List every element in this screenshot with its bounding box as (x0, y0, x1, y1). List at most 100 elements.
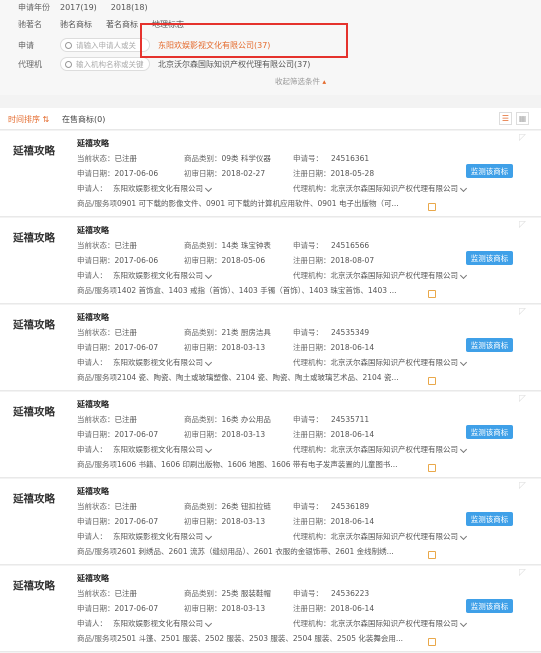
applicant: 申请人： 东阳欢娱影视文化有限公司 (77, 270, 213, 281)
first-trial-date: 初审日期：2018-02-27 (184, 169, 266, 178)
chevron-down-icon[interactable] (459, 184, 468, 193)
grid-view-icon[interactable]: ▦ (516, 112, 529, 125)
trademark-name[interactable]: 延禧攻略 (77, 225, 109, 236)
category: 商品类别：16类 办公用品 (184, 415, 271, 424)
agent: 代理机构：北京沃尔森国际知识产权代理有限公司 (293, 531, 468, 542)
category: 商品类别：25类 服装鞋帽 (184, 589, 271, 598)
corner-icon: ◸ (519, 394, 526, 404)
trademark-card[interactable]: 延禧攻略 延禧攻略 当前状态：已注册 商品类别：25类 服装鞋帽 申请号： 2453622… (0, 566, 541, 652)
brand-image-text: 延禧攻略 (13, 580, 55, 592)
chevron-down-icon[interactable] (459, 358, 468, 367)
applicant-search-input[interactable]: 请输入申请人或关 (60, 38, 150, 52)
chevron-down-icon[interactable] (204, 184, 213, 193)
filter-label-applicant: 申请 (18, 40, 34, 50)
reg-date: 注册日期：2018-05-28 (293, 169, 375, 178)
chevron-down-icon[interactable] (459, 445, 468, 454)
trademark-name[interactable]: 延禧攻略 (77, 312, 109, 323)
trademark-name[interactable]: 延禧攻略 (77, 399, 109, 410)
filter-option-2017[interactable]: 2017(19) (60, 3, 97, 12)
corner-icon: ◸ (519, 481, 526, 491)
status: 当前状态：已注册 (77, 154, 137, 163)
note-icon[interactable] (428, 290, 436, 298)
reg-no: 申请号： 24536189 (293, 502, 370, 511)
status: 当前状态：已注册 (77, 589, 137, 598)
chevron-down-icon[interactable] (204, 619, 213, 628)
chevron-down-icon[interactable] (204, 358, 213, 367)
trademark-name[interactable]: 延禧攻略 (77, 573, 109, 584)
tab-time-sort[interactable]: 时间排序 ⇅ (8, 114, 49, 125)
apply-date: 申请日期：2017-06-07 (77, 517, 159, 526)
reg-date: 注册日期：2018-08-07 (293, 256, 375, 265)
trademark-card[interactable]: 延禧攻略 延禧攻略 当前状态：已注册 商品类别：09类 科学仪器 申请号： 2451636… (0, 131, 541, 217)
note-icon[interactable] (428, 551, 436, 559)
trademark-card[interactable]: 延禧攻略 延禧攻略 当前状态：已注册 商品类别：16类 办公用品 申请号： 2453571… (0, 392, 541, 478)
applicant: 申请人： 东阳欢娱影视文化有限公司 (77, 357, 213, 368)
monitor-button[interactable]: 监测该商标 (466, 338, 513, 352)
up-triangle-icon: ▴ (322, 77, 327, 86)
tab-on-sale[interactable]: 在售商标(0) (62, 114, 105, 125)
note-icon[interactable] (428, 638, 436, 646)
applicant: 申请人： 东阳欢娱影视文化有限公司 (77, 444, 213, 455)
reg-no: 申请号： 24516361 (293, 154, 370, 163)
apply-date: 申请日期：2017-06-07 (77, 343, 159, 352)
first-trial-date: 初审日期：2018-05-06 (184, 256, 266, 265)
trademark-list: 延禧攻略 延禧攻略 当前状态：已注册 商品类别：09类 科学仪器 申请号： 2451636… (0, 131, 541, 653)
agent: 代理机构：北京沃尔森国际知识产权代理有限公司 (293, 270, 468, 281)
apply-date: 申请日期：2017-06-07 (77, 604, 159, 613)
monitor-button[interactable]: 监测该商标 (466, 599, 513, 613)
trademark-card[interactable]: 延禧攻略 延禧攻略 当前状态：已注册 商品类别：14类 珠宝钟表 申请号： 2451656… (0, 218, 541, 304)
search-icon (65, 60, 72, 68)
filter-label-year: 申请年份 (18, 3, 50, 12)
note-icon[interactable] (428, 377, 436, 385)
note-icon[interactable] (428, 464, 436, 472)
monitor-button[interactable]: 监测该商标 (466, 425, 513, 439)
agent: 代理机构：北京沃尔森国际知识产权代理有限公司 (293, 183, 468, 194)
filter-row-agent: 代理机 输入机构名称或关键 北京沃尔森国际知识产权代理有限公司(37) (18, 57, 310, 71)
category: 商品类别：09类 科学仪器 (184, 154, 271, 163)
sort-icon: ⇅ (42, 115, 50, 124)
status: 当前状态：已注册 (77, 328, 137, 337)
brand-image-text: 延禧攻略 (13, 493, 55, 505)
chevron-down-icon[interactable] (204, 271, 213, 280)
apply-date: 申请日期：2017-06-06 (77, 256, 159, 265)
goods-services: 商品/服务项2104 瓷、陶瓷、陶土或玻璃塑像、2104 瓷、陶瓷、陶土或玻璃艺… (77, 373, 399, 382)
category: 商品类别：21类 厨房洁具 (184, 328, 271, 337)
collapse-filters-link[interactable]: 收起筛选条件 ▴ (275, 76, 326, 87)
trademark-card[interactable]: 延禧攻略 延禧攻略 当前状态：已注册 商品类别：21类 厨房洁具 申请号： 2453534… (0, 305, 541, 391)
agent-search-input[interactable]: 输入机构名称或关键 (60, 57, 150, 71)
reg-no: 申请号： 24516566 (293, 241, 370, 250)
category: 商品类别：26类 钮扣拉链 (184, 502, 271, 511)
chevron-down-icon[interactable] (459, 271, 468, 280)
first-trial-date: 初审日期：2018-03-13 (184, 517, 266, 526)
monitor-button[interactable]: 监测该商标 (466, 512, 513, 526)
agent: 代理机构：北京沃尔森国际知识产权代理有限公司 (293, 444, 468, 455)
category: 商品类别：14类 珠宝钟表 (184, 241, 271, 250)
reg-no: 申请号： 24535349 (293, 328, 370, 337)
reg-date: 注册日期：2018-06-14 (293, 517, 375, 526)
chevron-down-icon[interactable] (459, 619, 468, 628)
filter-option-agent[interactable]: 北京沃尔森国际知识产权代理有限公司(37) (158, 59, 310, 70)
trademark-name[interactable]: 延禧攻略 (77, 138, 109, 149)
chevron-down-icon[interactable] (204, 445, 213, 454)
note-icon[interactable] (428, 203, 436, 211)
filter-option-well-known[interactable]: 驰名商标 (60, 19, 92, 30)
trademark-name[interactable]: 延禧攻略 (77, 486, 109, 497)
filter-option-famous[interactable]: 著名商标 (106, 19, 138, 30)
goods-services: 商品/服务项2501 斗篷、2501 服装、2502 服装、2503 服装、25… (77, 634, 404, 643)
goods-services: 商品/服务项1606 书籍、1606 印刷出版物、1606 地图、1606 带有… (77, 460, 398, 469)
monitor-button[interactable]: 监测该商标 (466, 251, 513, 265)
apply-date: 申请日期：2017-06-07 (77, 430, 159, 439)
filter-label-agent: 代理机 (18, 59, 42, 69)
list-view-icon[interactable]: ☰ (499, 112, 512, 125)
goods-services: 商品/服务项2601 刺绣品、2601 流苏（缝纫用品）、2601 衣服的金银饰… (77, 547, 394, 556)
monitor-button[interactable]: 监测该商标 (466, 164, 513, 178)
filter-option-2018[interactable]: 2018(18) (111, 3, 148, 12)
tab-bar: 时间排序 ⇅ 在售商标(0) ☰ ▦ (0, 108, 541, 130)
chevron-down-icon[interactable] (459, 532, 468, 541)
highlight-box (140, 23, 348, 58)
chevron-down-icon[interactable] (204, 532, 213, 541)
corner-icon: ◸ (519, 220, 526, 230)
agent: 代理机构：北京沃尔森国际知识产权代理有限公司 (293, 618, 468, 629)
brand-image-text: 延禧攻略 (13, 145, 55, 157)
trademark-card[interactable]: 延禧攻略 延禧攻略 当前状态：已注册 商品类别：26类 钮扣拉链 申请号： 2453618… (0, 479, 541, 565)
